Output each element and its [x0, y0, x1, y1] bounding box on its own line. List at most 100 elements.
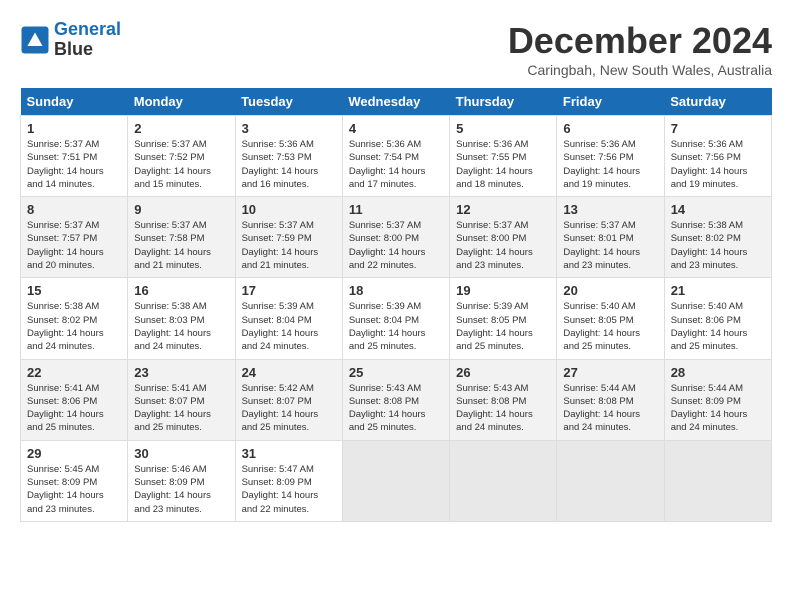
day-info: Sunrise: 5:40 AM Sunset: 8:06 PM Dayligh…	[671, 300, 765, 353]
day-number: 29	[27, 446, 121, 461]
calendar-cell: 31 Sunrise: 5:47 AM Sunset: 8:09 PM Dayli…	[235, 440, 342, 521]
calendar-week-1: 1Sunrise: 5:37 AM Sunset: 7:51 PM Daylig…	[21, 116, 772, 197]
day-number: 4	[349, 121, 443, 136]
day-number: 6	[563, 121, 657, 136]
calendar-cell: 20 Sunrise: 5:40 AM Sunset: 8:05 PM Dayli…	[557, 278, 664, 359]
calendar-cell: 7 Sunrise: 5:36 AM Sunset: 7:56 PM Daylig…	[664, 116, 771, 197]
calendar-cell	[557, 440, 664, 521]
calendar-cell: 17Sunrise: 5:39 AM Sunset: 8:04 PM Dayli…	[235, 278, 342, 359]
day-number: 11	[349, 202, 443, 217]
day-info: Sunrise: 5:43 AM Sunset: 8:08 PM Dayligh…	[456, 382, 550, 435]
calendar-cell: 3Sunrise: 5:36 AM Sunset: 7:53 PM Daylig…	[235, 116, 342, 197]
calendar-cell: 4 Sunrise: 5:36 AM Sunset: 7:54 PM Daylig…	[342, 116, 449, 197]
calendar-cell: 28 Sunrise: 5:44 AM Sunset: 8:09 PM Dayli…	[664, 359, 771, 440]
calendar-cell	[450, 440, 557, 521]
calendar-cell: 6 Sunrise: 5:36 AM Sunset: 7:56 PM Daylig…	[557, 116, 664, 197]
weekday-tuesday: Tuesday	[235, 88, 342, 116]
day-info: Sunrise: 5:36 AM Sunset: 7:55 PM Dayligh…	[456, 138, 550, 191]
weekday-header-row: SundayMondayTuesdayWednesdayThursdayFrid…	[21, 88, 772, 116]
weekday-friday: Friday	[557, 88, 664, 116]
calendar-cell: 13 Sunrise: 5:37 AM Sunset: 8:01 PM Dayli…	[557, 197, 664, 278]
calendar-cell: 12 Sunrise: 5:37 AM Sunset: 8:00 PM Dayli…	[450, 197, 557, 278]
calendar-cell: 11 Sunrise: 5:37 AM Sunset: 8:00 PM Dayli…	[342, 197, 449, 278]
calendar-cell: 15 Sunrise: 5:38 AM Sunset: 8:02 PM Dayli…	[21, 278, 128, 359]
day-number: 24	[242, 365, 336, 380]
day-info: Sunrise: 5:41 AM Sunset: 8:07 PM Dayligh…	[134, 382, 228, 435]
day-info: Sunrise: 5:37 AM Sunset: 8:00 PM Dayligh…	[456, 219, 550, 272]
calendar-table: SundayMondayTuesdayWednesdayThursdayFrid…	[20, 88, 772, 522]
day-info: Sunrise: 5:40 AM Sunset: 8:05 PM Dayligh…	[563, 300, 657, 353]
weekday-saturday: Saturday	[664, 88, 771, 116]
calendar-cell: 30 Sunrise: 5:46 AM Sunset: 8:09 PM Dayli…	[128, 440, 235, 521]
calendar-cell: 19 Sunrise: 5:39 AM Sunset: 8:05 PM Dayli…	[450, 278, 557, 359]
day-info: Sunrise: 5:45 AM Sunset: 8:09 PM Dayligh…	[27, 463, 121, 516]
calendar-week-3: 15 Sunrise: 5:38 AM Sunset: 8:02 PM Dayli…	[21, 278, 772, 359]
day-info: Sunrise: 5:44 AM Sunset: 8:09 PM Dayligh…	[671, 382, 765, 435]
day-number: 1	[27, 121, 121, 136]
day-info: Sunrise: 5:44 AM Sunset: 8:08 PM Dayligh…	[563, 382, 657, 435]
calendar-cell: 27 Sunrise: 5:44 AM Sunset: 8:08 PM Dayli…	[557, 359, 664, 440]
day-number: 20	[563, 283, 657, 298]
day-info: Sunrise: 5:41 AM Sunset: 8:06 PM Dayligh…	[27, 382, 121, 435]
day-number: 21	[671, 283, 765, 298]
day-info: Sunrise: 5:38 AM Sunset: 8:02 PM Dayligh…	[27, 300, 121, 353]
day-number: 15	[27, 283, 121, 298]
day-info: Sunrise: 5:36 AM Sunset: 7:56 PM Dayligh…	[671, 138, 765, 191]
location: Caringbah, New South Wales, Australia	[508, 62, 772, 78]
month-title: December 2024	[508, 20, 772, 62]
calendar-cell: 5 Sunrise: 5:36 AM Sunset: 7:55 PM Daylig…	[450, 116, 557, 197]
day-info: Sunrise: 5:42 AM Sunset: 8:07 PM Dayligh…	[242, 382, 336, 435]
day-number: 13	[563, 202, 657, 217]
logo-line2: Blue	[54, 40, 121, 60]
day-info: Sunrise: 5:36 AM Sunset: 7:56 PM Dayligh…	[563, 138, 657, 191]
day-info: Sunrise: 5:36 AM Sunset: 7:54 PM Dayligh…	[349, 138, 443, 191]
calendar-cell: 22 Sunrise: 5:41 AM Sunset: 8:06 PM Dayli…	[21, 359, 128, 440]
day-info: Sunrise: 5:43 AM Sunset: 8:08 PM Dayligh…	[349, 382, 443, 435]
calendar-cell: 10Sunrise: 5:37 AM Sunset: 7:59 PM Dayli…	[235, 197, 342, 278]
day-info: Sunrise: 5:47 AM Sunset: 8:09 PM Dayligh…	[242, 463, 336, 516]
title-block: December 2024 Caringbah, New South Wales…	[508, 20, 772, 78]
day-number: 19	[456, 283, 550, 298]
day-number: 8	[27, 202, 121, 217]
weekday-thursday: Thursday	[450, 88, 557, 116]
logo-line1: General	[54, 19, 121, 39]
day-number: 25	[349, 365, 443, 380]
day-info: Sunrise: 5:39 AM Sunset: 8:04 PM Dayligh…	[349, 300, 443, 353]
day-number: 26	[456, 365, 550, 380]
day-number: 3	[242, 121, 336, 136]
calendar-cell: 29 Sunrise: 5:45 AM Sunset: 8:09 PM Dayli…	[21, 440, 128, 521]
day-info: Sunrise: 5:37 AM Sunset: 7:57 PM Dayligh…	[27, 219, 121, 272]
day-number: 30	[134, 446, 228, 461]
calendar-cell: 16Sunrise: 5:38 AM Sunset: 8:03 PM Dayli…	[128, 278, 235, 359]
day-info: Sunrise: 5:37 AM Sunset: 7:58 PM Dayligh…	[134, 219, 228, 272]
calendar-cell: 26 Sunrise: 5:43 AM Sunset: 8:08 PM Dayli…	[450, 359, 557, 440]
day-number: 17	[242, 283, 336, 298]
day-number: 31	[242, 446, 336, 461]
day-number: 12	[456, 202, 550, 217]
day-number: 14	[671, 202, 765, 217]
calendar-week-5: 29 Sunrise: 5:45 AM Sunset: 8:09 PM Dayli…	[21, 440, 772, 521]
calendar-cell: 21 Sunrise: 5:40 AM Sunset: 8:06 PM Dayli…	[664, 278, 771, 359]
day-info: Sunrise: 5:46 AM Sunset: 8:09 PM Dayligh…	[134, 463, 228, 516]
day-number: 22	[27, 365, 121, 380]
logo-text: General Blue	[54, 20, 121, 60]
day-number: 5	[456, 121, 550, 136]
calendar-cell: 1Sunrise: 5:37 AM Sunset: 7:51 PM Daylig…	[21, 116, 128, 197]
day-number: 28	[671, 365, 765, 380]
weekday-wednesday: Wednesday	[342, 88, 449, 116]
day-number: 27	[563, 365, 657, 380]
day-number: 23	[134, 365, 228, 380]
calendar-week-2: 8 Sunrise: 5:37 AM Sunset: 7:57 PM Daylig…	[21, 197, 772, 278]
day-number: 10	[242, 202, 336, 217]
calendar-cell: 25 Sunrise: 5:43 AM Sunset: 8:08 PM Dayli…	[342, 359, 449, 440]
day-info: Sunrise: 5:37 AM Sunset: 8:00 PM Dayligh…	[349, 219, 443, 272]
day-number: 18	[349, 283, 443, 298]
page-header: General Blue December 2024 Caringbah, Ne…	[20, 20, 772, 78]
day-info: Sunrise: 5:37 AM Sunset: 8:01 PM Dayligh…	[563, 219, 657, 272]
calendar-cell: 18 Sunrise: 5:39 AM Sunset: 8:04 PM Dayli…	[342, 278, 449, 359]
day-info: Sunrise: 5:39 AM Sunset: 8:05 PM Dayligh…	[456, 300, 550, 353]
weekday-sunday: Sunday	[21, 88, 128, 116]
day-number: 7	[671, 121, 765, 136]
calendar-body: 1Sunrise: 5:37 AM Sunset: 7:51 PM Daylig…	[21, 116, 772, 522]
calendar-week-4: 22 Sunrise: 5:41 AM Sunset: 8:06 PM Dayli…	[21, 359, 772, 440]
